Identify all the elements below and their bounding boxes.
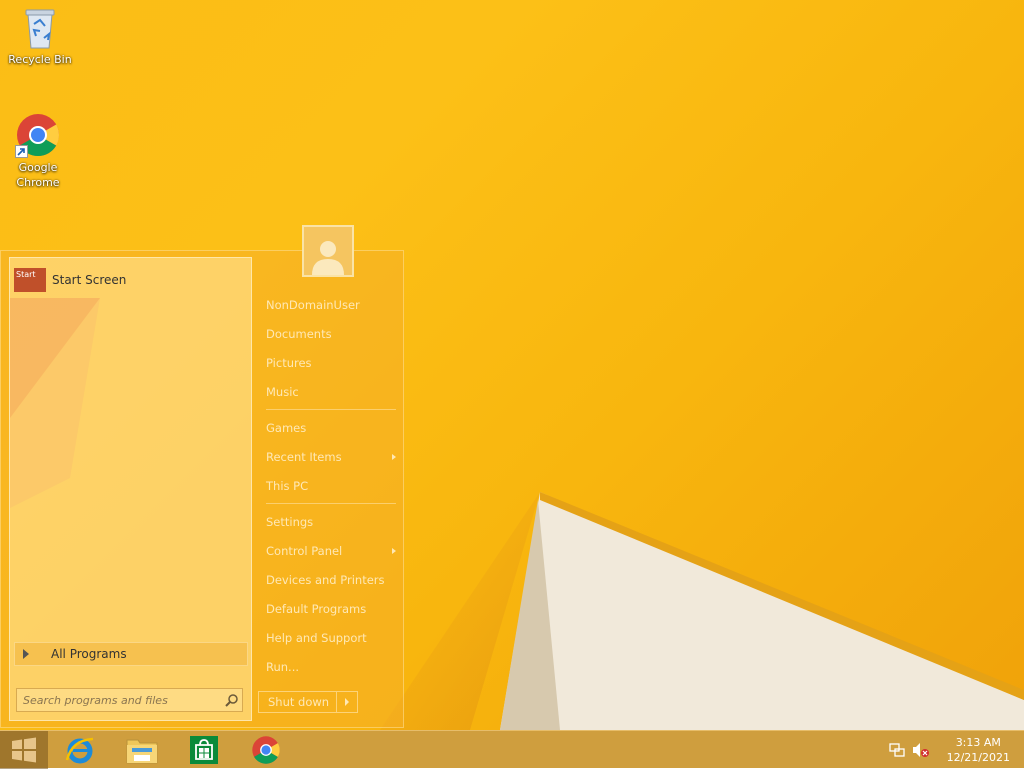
expand-arrow-icon — [23, 649, 29, 659]
this-pc-link[interactable]: This PC — [266, 474, 396, 498]
taskbar: 3:13 AM 12/21/2021 — [0, 730, 1024, 769]
games-link[interactable]: Games — [266, 416, 396, 440]
chevron-right-icon — [345, 698, 349, 706]
chrome-icon — [15, 112, 61, 158]
recycle-bin-label: Recycle Bin — [8, 53, 72, 66]
shutdown-options-button[interactable] — [336, 692, 357, 712]
default-programs-link[interactable]: Default Programs — [266, 597, 396, 621]
submenu-arrow-icon — [392, 454, 396, 460]
start-menu-places-pane: NonDomainUser Documents Pictures Music G… — [257, 251, 403, 727]
pictures-link[interactable]: Pictures — [266, 351, 396, 375]
google-chrome-shortcut[interactable]: Google Chrome — [0, 112, 76, 190]
search-icon[interactable] — [222, 690, 242, 710]
recycle-bin-icon[interactable]: Recycle Bin — [2, 6, 78, 67]
separator — [266, 409, 396, 410]
store-taskbar-button[interactable] — [178, 731, 230, 769]
submenu-arrow-icon — [392, 548, 396, 554]
store-icon — [190, 736, 218, 764]
start-menu-programs-pane: Start Start Screen All Programs — [9, 257, 252, 721]
control-panel-label: Control Panel — [266, 544, 343, 558]
user-folder-link[interactable]: NonDomainUser — [266, 293, 396, 317]
start-screen-item[interactable]: Start Start Screen — [14, 266, 246, 294]
internet-explorer-icon — [65, 737, 94, 764]
help-support-link[interactable]: Help and Support — [266, 626, 396, 650]
control-panel-menu[interactable]: Control Panel — [266, 539, 396, 563]
shutdown-button[interactable]: Shut down — [259, 692, 336, 712]
documents-link[interactable]: Documents — [266, 322, 396, 346]
chrome-icon — [252, 736, 280, 764]
chrome-label-line1: Google — [18, 161, 58, 174]
music-link[interactable]: Music — [266, 380, 396, 404]
clock[interactable]: 3:13 AM 12/21/2021 — [935, 735, 1024, 765]
start-screen-label: Start Screen — [52, 273, 127, 287]
start-menu: Start Start Screen All Programs NonDomai… — [0, 225, 404, 728]
start-button[interactable] — [0, 731, 48, 769]
all-programs-button[interactable]: All Programs — [14, 642, 248, 666]
run-link[interactable]: Run... — [266, 655, 396, 679]
separator — [266, 503, 396, 504]
chrome-taskbar-button[interactable] — [240, 731, 292, 769]
file-explorer-icon — [126, 739, 158, 764]
devices-printers-link[interactable]: Devices and Printers — [266, 568, 396, 592]
volume-muted-icon[interactable] — [911, 740, 931, 760]
shutdown-split-button: Shut down — [258, 691, 358, 713]
search-box — [16, 688, 243, 712]
search-input[interactable] — [17, 692, 222, 708]
start-screen-tile-icon: Start — [14, 268, 46, 292]
trash-icon — [22, 6, 58, 50]
all-programs-label: All Programs — [51, 647, 127, 661]
windows-logo-icon — [12, 737, 36, 763]
network-icon[interactable] — [887, 740, 907, 760]
file-explorer-taskbar-button[interactable] — [116, 731, 168, 769]
recent-items-menu[interactable]: Recent Items — [266, 445, 396, 469]
internet-explorer-taskbar-button[interactable] — [54, 731, 106, 769]
clock-time: 3:13 AM — [955, 736, 1001, 749]
shortcut-arrow-icon — [15, 145, 28, 158]
settings-link[interactable]: Settings — [266, 510, 396, 534]
clock-date: 12/21/2021 — [946, 751, 1010, 764]
chrome-label-line2: Chrome — [16, 176, 60, 189]
recent-items-label: Recent Items — [266, 450, 342, 464]
system-tray: 3:13 AM 12/21/2021 — [887, 731, 1024, 769]
